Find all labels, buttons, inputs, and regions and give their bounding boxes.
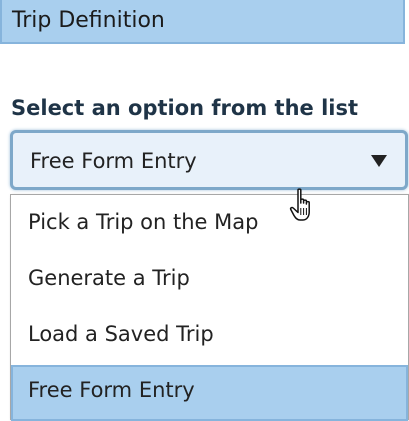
option-label: Generate a Trip (28, 266, 190, 290)
option-label: Free Form Entry (28, 378, 195, 402)
panel-title: Trip Definition (12, 8, 165, 33)
option-free-form-entry[interactable]: Free Form Entry (11, 365, 408, 421)
select-prompt-label: Select an option from the list (11, 96, 359, 120)
option-label: Pick a Trip on the Map (28, 210, 259, 234)
option-generate-trip[interactable]: Generate a Trip (11, 253, 408, 309)
dropdown-selected-value: Free Form Entry (30, 149, 197, 173)
trip-option-dropdown[interactable]: Free Form Entry (10, 130, 408, 190)
hand-pointer-icon (289, 188, 310, 221)
option-label: Load a Saved Trip (28, 322, 214, 346)
chevron-down-icon (371, 155, 387, 167)
option-pick-trip-on-map[interactable]: Pick a Trip on the Map (11, 197, 408, 253)
dropdown-options-list: Pick a Trip on the Map Generate a Trip L… (10, 194, 409, 421)
option-load-saved-trip[interactable]: Load a Saved Trip (11, 309, 408, 365)
panel-header: Trip Definition (0, 0, 405, 44)
